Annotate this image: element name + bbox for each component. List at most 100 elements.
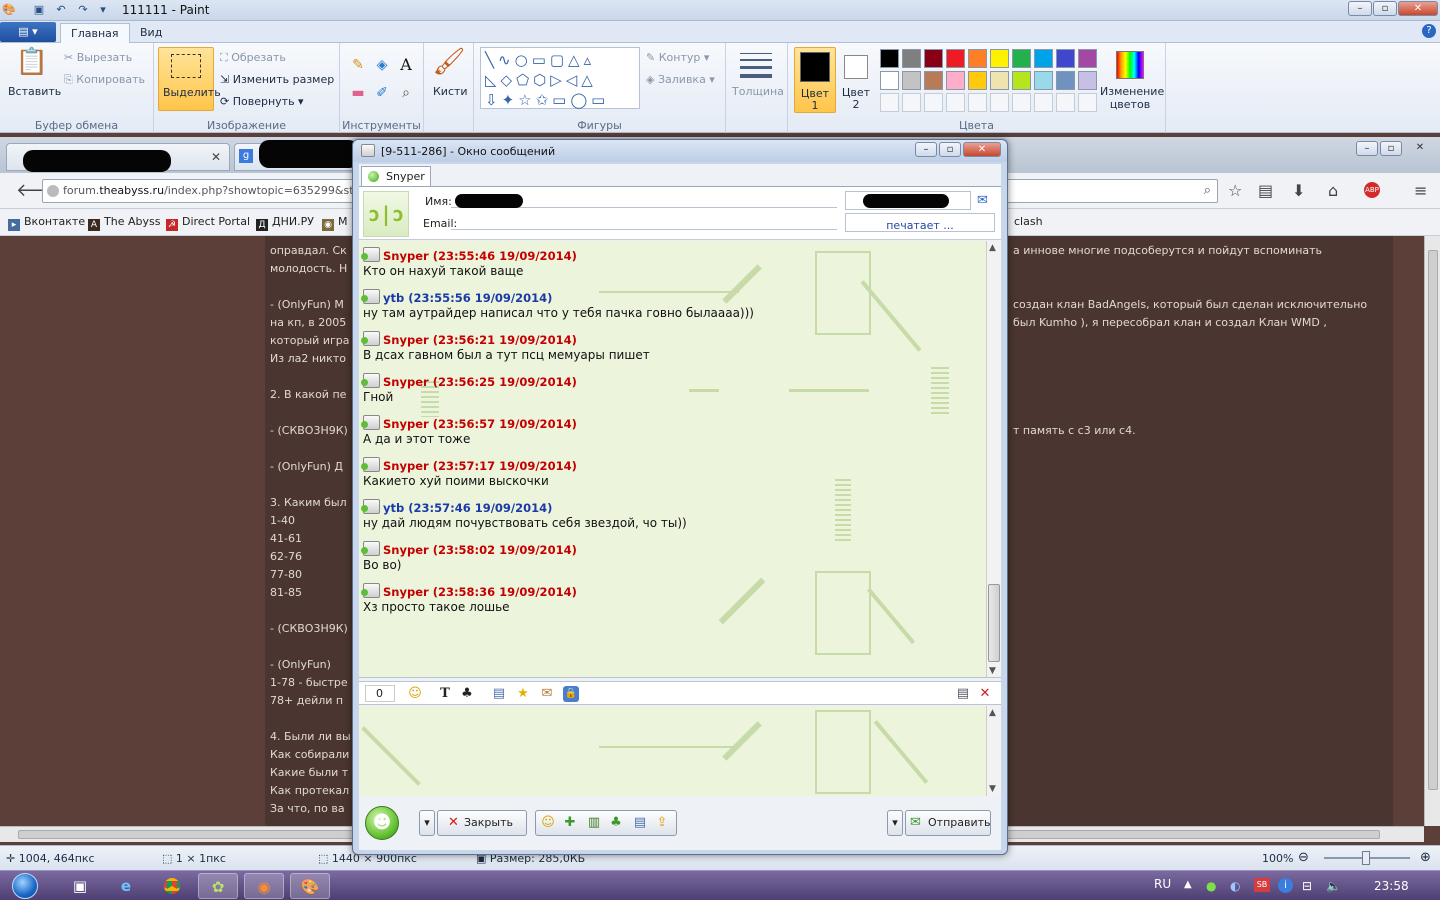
tab-close-icon[interactable]: ✕: [211, 150, 221, 164]
crop-button[interactable]: ⛶ Обрезать: [220, 51, 286, 65]
taskbar-explorer[interactable]: ▣: [60, 873, 100, 899]
language-indicator[interactable]: RU: [1154, 877, 1171, 891]
zoom-slider[interactable]: [1324, 851, 1410, 865]
zoom-slider-handle[interactable]: [1362, 851, 1370, 865]
menu-hamburger-icon[interactable]: ≡: [1414, 181, 1427, 200]
smiley-icon[interactable]: ☺: [407, 686, 423, 702]
palette-swatch[interactable]: [946, 49, 965, 68]
close-button[interactable]: ✕: [1398, 1, 1438, 16]
minimize-button[interactable]: –: [1348, 1, 1372, 16]
palette-swatch[interactable]: [902, 49, 921, 68]
help-icon[interactable]: ?: [1422, 24, 1436, 38]
contact-add-icon[interactable]: ✚: [562, 815, 578, 831]
search-icon[interactable]: ⌕: [1204, 180, 1211, 202]
tray-info-icon[interactable]: i: [1278, 878, 1293, 893]
browser-close-button[interactable]: ✕: [1404, 141, 1436, 156]
palette-swatch[interactable]: [924, 49, 943, 68]
bookmark-vk[interactable]: ▸ Вконтакте: [8, 215, 85, 231]
bookmark-star-icon[interactable]: ☆: [1228, 181, 1242, 200]
palette-empty-swatch[interactable]: [1012, 93, 1031, 112]
palette-swatch[interactable]: [1078, 49, 1097, 68]
maximize-button[interactable]: ▫: [1373, 1, 1397, 16]
palette-swatch[interactable]: [1012, 71, 1031, 90]
palette-swatch[interactable]: [1078, 71, 1097, 90]
tray-expand-icon[interactable]: ▲: [1184, 879, 1192, 890]
edit-colors-button[interactable]: Изменение цветов: [1100, 47, 1164, 113]
clear-icon[interactable]: ✕: [977, 686, 993, 702]
browser-tab-1[interactable]: ✕: [6, 143, 230, 172]
bookmark-clash[interactable]: clash: [1014, 215, 1043, 228]
input-scroll-down-icon[interactable]: ▼: [989, 784, 996, 794]
brushes-button[interactable]: Кисти: [433, 85, 468, 98]
file-send-icon[interactable]: ▤: [491, 686, 507, 702]
zoom-out-icon[interactable]: ⊖: [1298, 850, 1309, 865]
palette-swatch[interactable]: [880, 71, 899, 90]
clock[interactable]: 23:58: [1374, 879, 1409, 893]
palette-empty-swatch[interactable]: [880, 93, 899, 112]
color2-button[interactable]: Цвет 2: [838, 47, 876, 113]
chat-minimize-button[interactable]: –: [915, 142, 937, 157]
tray-volume-icon[interactable]: 🔈: [1326, 879, 1341, 893]
save-icon[interactable]: ▣: [32, 3, 46, 17]
lock-icon[interactable]: 🔒: [563, 686, 579, 702]
palette-swatch[interactable]: [902, 71, 921, 90]
tab-view[interactable]: Вид: [130, 23, 172, 43]
undo-icon[interactable]: ↶: [54, 3, 68, 17]
upload-icon[interactable]: ⇪: [654, 815, 670, 831]
history-icon[interactable]: ▤: [955, 686, 971, 702]
palette-empty-swatch[interactable]: [1056, 93, 1075, 112]
contact-plus-icon[interactable]: ♣: [608, 815, 624, 831]
input-scrollbar[interactable]: ▲ ▼: [986, 706, 1001, 796]
taskbar-paint[interactable]: 🎨: [290, 873, 330, 899]
fill-button[interactable]: ◈ Заливка ▾: [646, 73, 715, 86]
bookmark-abyss[interactable]: A The Abyss: [88, 215, 160, 231]
bookmark-dni[interactable]: Д ДНИ.РУ: [256, 215, 314, 231]
redo-icon[interactable]: ↷: [76, 3, 90, 17]
eraser-icon[interactable]: ▬: [350, 85, 366, 101]
contact-tab[interactable]: Snyper: [361, 166, 431, 186]
cut-button[interactable]: ✂ Вырезать: [64, 51, 132, 64]
palette-empty-swatch[interactable]: [1034, 93, 1053, 112]
shapes-gallery[interactable]: ╲∿○▭▢△▵ ◺◇⬠⬡▷◁△ ⇩✦☆✩▭◯▭: [480, 47, 640, 109]
chat-close-button[interactable]: ✕: [963, 142, 1001, 157]
browser-minimize-button[interactable]: –: [1356, 141, 1378, 156]
palette-swatch[interactable]: [1012, 49, 1031, 68]
input-scroll-up-icon[interactable]: ▲: [989, 708, 996, 718]
color1-button[interactable]: Цвет 1: [794, 47, 836, 113]
palette-swatch[interactable]: [1056, 49, 1075, 68]
history-file-icon[interactable]: ▤: [632, 815, 648, 831]
fill-bucket-icon[interactable]: ◈: [374, 57, 390, 73]
quick-access-dropdown-icon[interactable]: ▾: [96, 3, 110, 17]
mascot-icon[interactable]: ♣: [459, 686, 475, 702]
pencil-icon[interactable]: ✎: [350, 57, 366, 73]
palette-empty-swatch[interactable]: [924, 93, 943, 112]
select-button[interactable]: Выделить: [158, 47, 221, 111]
palette-swatch[interactable]: [1034, 71, 1053, 90]
palette-swatch[interactable]: [880, 49, 899, 68]
scroll-up-icon[interactable]: ▲: [989, 243, 996, 253]
palette-empty-swatch[interactable]: [968, 93, 987, 112]
send-button[interactable]: ✉ Отправить: [905, 810, 991, 836]
browser-scroll-thumb[interactable]: [1428, 250, 1438, 790]
outline-button[interactable]: ✎ Контур ▾: [646, 51, 709, 64]
home-icon[interactable]: ⌂: [1328, 181, 1338, 200]
copy-button[interactable]: ⎘ Копировать: [64, 73, 145, 87]
message-scroll-thumb[interactable]: [988, 584, 1000, 662]
zoom-in-icon[interactable]: ⊕: [1420, 850, 1431, 865]
tray-icq-icon[interactable]: ●: [1206, 879, 1216, 893]
contact-card-icon[interactable]: ✉: [977, 193, 988, 208]
rotate-button[interactable]: ⟳ Повернуть ▾: [220, 95, 304, 108]
size-button[interactable]: Толщина: [732, 85, 784, 98]
palette-empty-swatch[interactable]: [990, 93, 1009, 112]
text-tool-icon[interactable]: A: [398, 57, 414, 73]
palette-swatch[interactable]: [968, 49, 987, 68]
palette-swatch[interactable]: [946, 71, 965, 90]
palette-swatch[interactable]: [990, 49, 1009, 68]
message-input[interactable]: ▲ ▼: [359, 706, 1001, 796]
email-field[interactable]: [451, 213, 837, 230]
adblock-icon[interactable]: ABP: [1364, 182, 1380, 198]
palette-empty-swatch[interactable]: [1078, 93, 1097, 112]
tray-network-icon[interactable]: ⊟: [1302, 879, 1312, 893]
tray-sb-icon[interactable]: SB: [1254, 878, 1270, 892]
taskbar-ie[interactable]: e: [106, 873, 146, 899]
